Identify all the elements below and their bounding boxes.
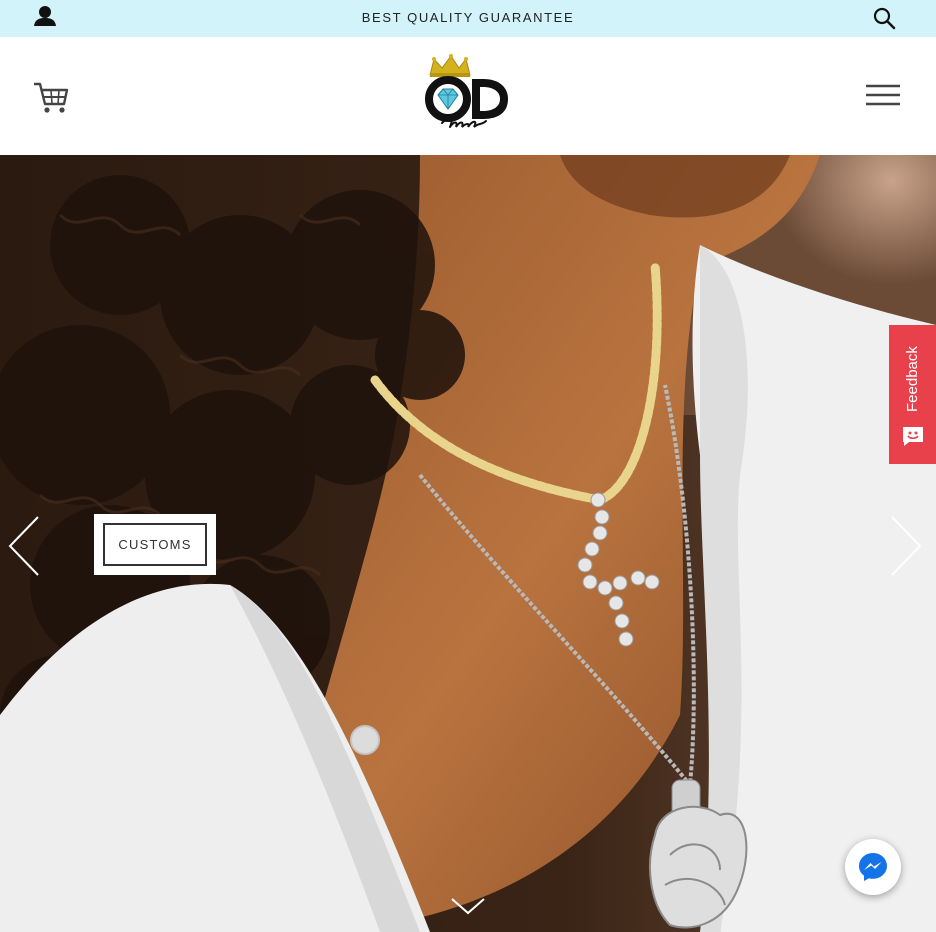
chevron-down-icon — [451, 898, 485, 915]
chevron-left-icon — [8, 516, 39, 576]
hamburger-menu-icon — [866, 84, 900, 106]
od-trndz-logo — [425, 54, 508, 128]
search-button[interactable] — [872, 6, 896, 30]
customs-button[interactable]: CUSTOMS — [103, 523, 207, 566]
slide-caption: CUSTOMS — [94, 514, 216, 575]
announcement-text: BEST QUALITY GUARANTEE — [361, 10, 575, 25]
feedback-tab[interactable]: Feedback — [889, 325, 936, 464]
next-slide-button[interactable] — [886, 514, 926, 578]
search-icon — [873, 7, 896, 30]
messenger-icon — [859, 853, 887, 881]
shopping-cart-icon — [34, 82, 69, 113]
hero-slideshow: CUSTOMS — [0, 155, 936, 932]
feedback-label: Feedback — [904, 346, 921, 412]
brand-logo[interactable] — [420, 53, 514, 139]
cart-button[interactable] — [31, 79, 71, 115]
scroll-down-button[interactable] — [448, 895, 488, 919]
menu-button[interactable] — [864, 83, 902, 109]
chevron-right-icon — [891, 516, 922, 576]
previous-slide-button[interactable] — [6, 514, 46, 578]
smiley-chat-icon — [903, 427, 923, 446]
site-header — [0, 37, 936, 155]
announcement-bar: BEST QUALITY GUARANTEE — [0, 0, 936, 37]
messenger-chat-button[interactable] — [845, 839, 901, 895]
